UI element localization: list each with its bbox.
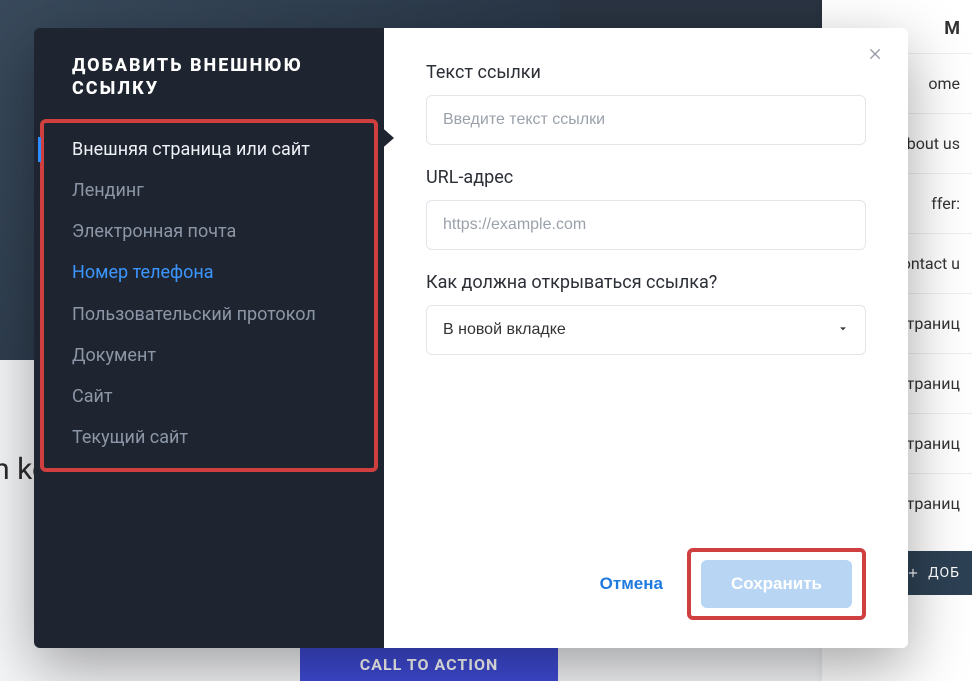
cancel-button[interactable]: Отмена (596, 564, 667, 604)
modal-title: ДОБАВИТЬ ВНЕШНЮЮ ССЫЛКУ (34, 54, 384, 119)
url-input[interactable] (426, 200, 866, 250)
link-text-label: Текст ссылки (426, 62, 866, 83)
plus-icon (906, 566, 920, 580)
link-text-input[interactable] (426, 95, 866, 145)
link-type-item[interactable]: Электронная почта (44, 211, 374, 252)
link-type-item[interactable]: Сайт (44, 376, 374, 417)
open-mode-block: Как должна открываться ссылка? (426, 272, 866, 355)
link-type-list: Внешняя страница или сайтЛендингЭлектрон… (44, 129, 374, 459)
link-type-item[interactable]: Документ (44, 335, 374, 376)
highlight-box-save: Сохранить (687, 548, 866, 620)
link-type-item[interactable]: Внешняя страница или сайт (44, 129, 374, 170)
modal-content: Текст ссылки URL-адрес Как должна открыв… (384, 28, 908, 648)
save-button[interactable]: Сохранить (701, 560, 852, 608)
link-text-block: Текст ссылки (426, 62, 866, 145)
add-external-link-modal: ДОБАВИТЬ ВНЕШНЮЮ ССЫЛКУ Внешняя страница… (34, 28, 908, 648)
sidebar-pointer-arrow (378, 124, 394, 152)
close-icon (868, 46, 884, 62)
url-label: URL-адрес (426, 167, 866, 188)
link-type-item[interactable]: Пользовательский протокол (44, 294, 374, 335)
link-type-item[interactable]: Лендинг (44, 170, 374, 211)
close-button[interactable] (864, 42, 888, 69)
url-block: URL-адрес (426, 167, 866, 250)
modal-footer: Отмена Сохранить (426, 528, 866, 620)
highlight-box-sidebar: Внешняя страница или сайтЛендингЭлектрон… (40, 119, 378, 473)
link-type-item[interactable]: Номер телефона (44, 252, 374, 293)
modal-sidebar: ДОБАВИТЬ ВНЕШНЮЮ ССЫЛКУ Внешняя страница… (34, 28, 384, 648)
add-page-label: ДОБ (928, 565, 960, 581)
open-mode-label: Как должна открываться ссылка? (426, 272, 866, 293)
link-type-item[interactable]: Текущий сайт (44, 417, 374, 458)
open-mode-select[interactable] (426, 305, 866, 355)
